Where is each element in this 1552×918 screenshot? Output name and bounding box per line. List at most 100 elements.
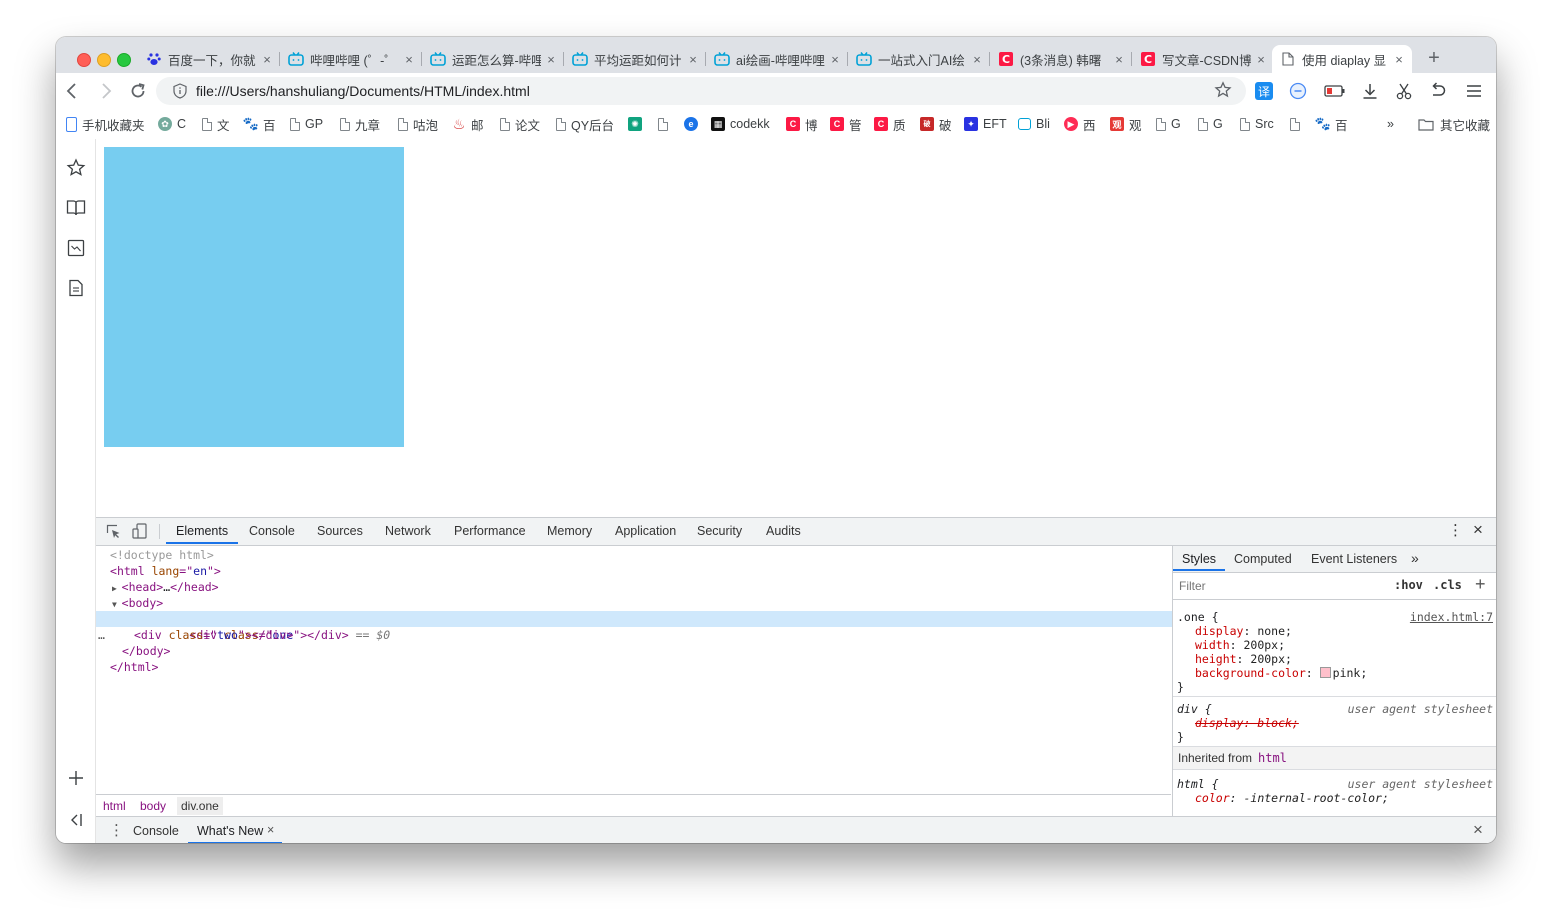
forward-button[interactable]: [94, 79, 118, 103]
undo-close-tab-button[interactable]: [1426, 79, 1450, 103]
rule-html-selector[interactable]: html {: [1177, 777, 1219, 791]
window-minimize-button[interactable]: [97, 53, 111, 67]
url-text[interactable]: file:///Users/hanshuliang/Documents/HTML…: [196, 83, 530, 99]
tab-baidu[interactable]: 百度一下，你就 ×: [138, 45, 280, 73]
bookmark-chatgpt[interactable]: ✿ C: [158, 115, 186, 133]
dom-div-two[interactable]: <div class="two"></div>: [96, 627, 1209, 643]
devtools-more-options-icon[interactable]: ⋮: [1448, 521, 1463, 539]
window-zoom-button[interactable]: [117, 53, 131, 67]
styles-tabs-overflow[interactable]: »: [1411, 550, 1419, 566]
toggle-hover-state-button[interactable]: :hov: [1394, 578, 1423, 592]
tab-close-icon[interactable]: ×: [260, 52, 274, 67]
bookmark-baidu[interactable]: 🐾 百: [243, 115, 276, 133]
bookmark-gupao[interactable]: 咕泡: [398, 115, 438, 133]
rule-one-selector[interactable]: .one {: [1177, 610, 1219, 624]
styles-filter-input[interactable]: [1177, 577, 1381, 595]
dom-doctype[interactable]: <!doctype html>: [96, 547, 1185, 563]
tab-close-icon[interactable]: ×: [1392, 52, 1406, 67]
bookmark-xigua[interactable]: ▶ 西: [1064, 115, 1096, 133]
breadcrumb-body[interactable]: body: [140, 799, 166, 813]
collapse-sidebar-icon[interactable]: [65, 809, 87, 831]
dom-head-collapsed[interactable]: ▶ <head>…</head>: [96, 579, 1187, 595]
bookmark-src[interactable]: Src: [1240, 115, 1274, 133]
toggle-classes-button[interactable]: .cls: [1433, 578, 1462, 592]
dom-html-close[interactable]: </html>: [96, 659, 1185, 675]
bookmark-g2[interactable]: G: [1198, 115, 1223, 133]
shield-info-icon[interactable]: [173, 83, 187, 104]
devtools-tab-elements[interactable]: Elements: [176, 524, 228, 538]
dom-div-one-selected[interactable]: … <div class="one"></div> == $0: [96, 611, 1209, 642]
tab-close-icon[interactable]: ×: [1254, 52, 1268, 67]
rule-one-width[interactable]: width: 200px;: [1195, 638, 1285, 652]
add-panel-plus-icon[interactable]: [65, 767, 87, 789]
drawer-tab-close-icon[interactable]: ×: [267, 823, 274, 837]
bookmark-bo[interactable]: C博: [786, 115, 818, 133]
devtools-tab-network[interactable]: Network: [385, 524, 431, 538]
charts-panel-icon[interactable]: [65, 237, 87, 259]
tab-bilibili-4[interactable]: ai绘画-哔哩哔哩 ×: [706, 45, 848, 73]
tab-bilibili[interactable]: 哔哩哔哩 (゜-゜ ×: [280, 45, 422, 73]
reload-button[interactable]: [126, 79, 150, 103]
bookmark-wen[interactable]: 文: [202, 115, 230, 133]
bookmark-guan[interactable]: C管: [830, 115, 862, 133]
inspect-element-icon[interactable]: [106, 524, 121, 542]
bookmark-zhi[interactable]: C质: [874, 115, 906, 133]
tab-close-icon[interactable]: ×: [828, 52, 842, 67]
bookmark-gp[interactable]: GP: [290, 115, 323, 133]
bookmark-jiuzhang[interactable]: 九章: [340, 115, 380, 133]
tab-close-icon[interactable]: ×: [686, 52, 700, 67]
tab-bilibili-3[interactable]: 平均运距如何计 ×: [564, 45, 706, 73]
rule-one-source-link[interactable]: index.html:7: [1410, 610, 1493, 624]
devtools-tab-sources[interactable]: Sources: [317, 524, 363, 538]
bookmark-star-icon[interactable]: [1214, 81, 1232, 104]
block-extension-button[interactable]: [1286, 79, 1310, 103]
styles-tab-event-listeners[interactable]: Event Listeners: [1311, 552, 1397, 566]
battery-extension-button[interactable]: [1323, 79, 1347, 103]
notes-document-icon[interactable]: [65, 277, 87, 299]
devtools-tab-security[interactable]: Security: [697, 524, 742, 538]
bookmark-blank2[interactable]: [1290, 115, 1305, 133]
rule-div-display-overridden[interactable]: display: block;: [1195, 716, 1299, 730]
bookmark-blank[interactable]: [658, 115, 673, 133]
bookmark-qy[interactable]: QY后台: [556, 115, 614, 133]
rule-html-color[interactable]: color: -internal-root-color;: [1195, 791, 1389, 805]
dom-body-open[interactable]: ▼ <body>: [96, 595, 1187, 611]
devtools-tab-performance[interactable]: Performance: [454, 524, 526, 538]
bookmark-eft[interactable]: ✦ EFT: [964, 115, 1007, 133]
translate-extension-button[interactable]: 译: [1252, 79, 1276, 103]
breadcrumb-div-one[interactable]: div.one: [177, 797, 223, 815]
rule-one-display[interactable]: display: none;: [1195, 624, 1292, 638]
bookmark-edge[interactable]: e: [684, 115, 703, 133]
device-toolbar-icon[interactable]: [132, 523, 148, 542]
bookmark-baidu2[interactable]: 🐾 百: [1315, 115, 1348, 133]
drawer-tab-whats-new[interactable]: What's New: [197, 824, 263, 838]
drawer-menu-icon[interactable]: ⋮: [109, 821, 124, 839]
devtools-tab-memory[interactable]: Memory: [547, 524, 592, 538]
styles-tab-styles[interactable]: Styles: [1182, 552, 1216, 566]
devtools-tab-audits[interactable]: Audits: [766, 524, 801, 538]
devtools-tab-console[interactable]: Console: [249, 524, 295, 538]
bookmark-bili[interactable]: Bli: [1018, 115, 1050, 133]
styles-tab-computed[interactable]: Computed: [1234, 552, 1292, 566]
devtools-tab-application[interactable]: Application: [615, 524, 676, 538]
window-close-button[interactable]: [77, 53, 91, 67]
color-swatch-pink[interactable]: [1319, 667, 1331, 678]
drawer-tab-console[interactable]: Console: [133, 824, 179, 838]
dom-html-open[interactable]: <html lang="en">: [96, 563, 1185, 579]
tab-csdn-write[interactable]: C 写文章-CSDN博 ×: [1132, 45, 1274, 73]
new-tab-button[interactable]: +: [1424, 47, 1444, 70]
bookmark-openai[interactable]: ✺: [628, 115, 647, 133]
bookmark-g1[interactable]: G: [1156, 115, 1181, 133]
tab-close-icon[interactable]: ×: [544, 52, 558, 67]
tab-close-icon[interactable]: ×: [1112, 52, 1126, 67]
tab-active-index[interactable]: 使用 diaplay 显 ×: [1272, 45, 1412, 73]
bookmark-mail[interactable]: ♨ 邮: [452, 115, 484, 133]
address-bar[interactable]: file:///Users/hanshuliang/Documents/HTML…: [156, 77, 1246, 105]
rule-div-selector[interactable]: div {: [1177, 702, 1212, 716]
devtools-close-icon[interactable]: ×: [1473, 520, 1483, 540]
back-button[interactable]: [60, 79, 84, 103]
rule-one-background-color[interactable]: background-color: pink;: [1195, 666, 1367, 680]
favorites-star-icon[interactable]: [65, 157, 87, 179]
rule-one-height[interactable]: height: 200px;: [1195, 652, 1292, 666]
breadcrumb-html[interactable]: html: [103, 799, 126, 813]
